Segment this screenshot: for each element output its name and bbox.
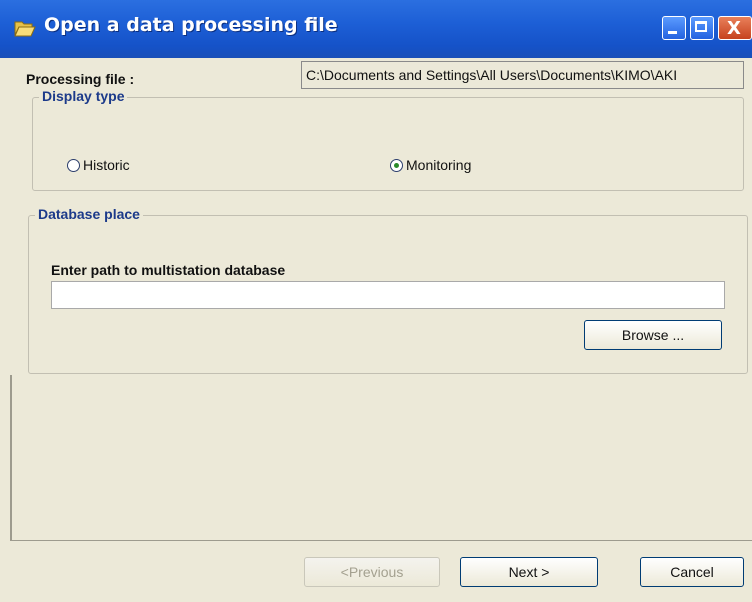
- display-type-group: Display type Historic Monitoring: [32, 88, 744, 191]
- previous-button[interactable]: <Previous: [304, 557, 440, 587]
- processing-file-path: C:\Documents and Settings\All Users\Docu…: [301, 61, 744, 89]
- processing-file-label: Processing file :: [26, 71, 135, 87]
- close-button[interactable]: X: [718, 16, 752, 40]
- next-button[interactable]: Next >: [460, 557, 598, 587]
- historic-radio-label: Historic: [83, 157, 130, 173]
- left-border: [10, 375, 12, 540]
- database-path-label: Enter path to multistation database: [51, 262, 286, 278]
- open-data-processing-file-dialog: Open a data processing file X Processing…: [0, 0, 752, 602]
- window-title: Open a data processing file: [44, 14, 338, 36]
- display-type-title: Display type: [39, 88, 128, 104]
- title-bar[interactable]: Open a data processing file X: [0, 0, 752, 58]
- browse-button[interactable]: Browse ...: [584, 320, 722, 350]
- footer-divider: [10, 540, 752, 541]
- minimize-button[interactable]: [662, 16, 686, 40]
- monitoring-radio[interactable]: Monitoring: [390, 157, 471, 173]
- historic-radio-circle[interactable]: [67, 158, 80, 172]
- close-icon: X: [727, 18, 741, 39]
- database-place-title: Database place: [35, 206, 143, 222]
- database-place-group: Database place Enter path to multistatio…: [28, 206, 748, 374]
- maximize-button[interactable]: [690, 16, 714, 40]
- historic-radio[interactable]: Historic: [67, 157, 130, 173]
- cancel-button[interactable]: Cancel: [640, 557, 744, 587]
- open-folder-icon: [14, 21, 36, 37]
- monitoring-radio-circle[interactable]: [390, 158, 403, 172]
- monitoring-radio-label: Monitoring: [406, 157, 472, 173]
- database-path-input[interactable]: [51, 281, 725, 309]
